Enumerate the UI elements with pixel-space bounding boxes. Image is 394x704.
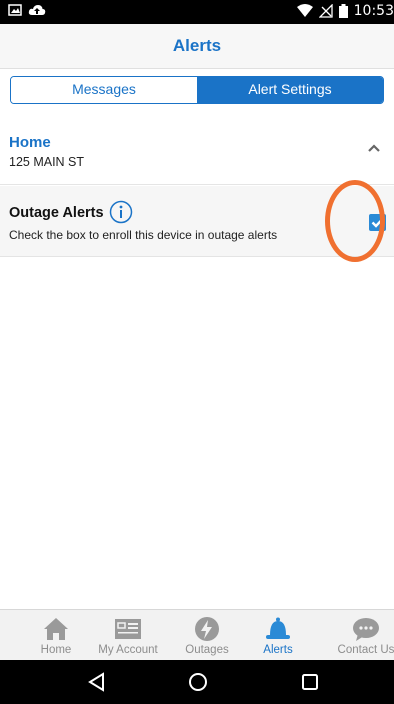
battery-icon	[338, 4, 348, 18]
system-navigation-bar	[0, 660, 394, 704]
outage-alerts-checkbox[interactable]	[369, 214, 386, 231]
nav-alerts-label: Alerts	[263, 644, 293, 656]
back-icon[interactable]	[85, 670, 109, 694]
outage-alerts-title: Outage Alerts	[9, 205, 104, 221]
nav-alerts[interactable]: Alerts	[239, 610, 317, 661]
page-title: Alerts	[172, 36, 222, 55]
status-bar: 10:53	[0, 0, 394, 24]
tab-alert-settings[interactable]: Alert Settings	[197, 77, 383, 103]
chat-bubble-icon	[353, 618, 379, 641]
nav-outages[interactable]: Outages	[168, 610, 246, 661]
wifi-icon	[296, 4, 313, 17]
nav-contact-us-label: Contact Us	[337, 644, 394, 656]
nav-home[interactable]: Home	[17, 610, 95, 661]
location-address: 125 MAIN ST	[9, 155, 85, 169]
bell-icon	[266, 617, 290, 639]
nav-my-account-label: My Account	[98, 644, 158, 656]
recents-icon[interactable]	[298, 670, 322, 694]
bottom-navigation: Home My Account Outages Alerts Contact U…	[0, 609, 394, 661]
outage-alerts-description: Check the box to enroll this device in o…	[9, 228, 278, 242]
house-icon	[44, 618, 68, 640]
chevron-up-icon[interactable]	[366, 140, 382, 156]
location-name: Home	[9, 134, 51, 151]
no-signal-icon	[318, 4, 333, 18]
checkmark-icon	[371, 217, 384, 228]
lightning-icon	[195, 617, 219, 641]
cloud-upload-icon	[28, 5, 46, 15]
nav-home-label: Home	[40, 644, 72, 656]
alerts-tab-switcher: Messages Alert Settings	[10, 76, 384, 104]
info-icon[interactable]	[109, 200, 133, 224]
app-header: Alerts	[0, 24, 394, 69]
status-time: 10:53	[353, 3, 394, 19]
nav-outages-label: Outages	[185, 644, 229, 656]
tab-messages[interactable]: Messages	[11, 77, 197, 103]
image-notification-icon	[8, 4, 22, 16]
account-card-icon	[115, 619, 141, 639]
outage-alerts-row: Outage Alerts Check the box to enroll th…	[0, 186, 394, 257]
nav-contact-us[interactable]: Contact Us	[327, 610, 394, 661]
home-circle-icon[interactable]	[186, 670, 210, 694]
nav-my-account[interactable]: My Account	[89, 610, 167, 661]
location-header[interactable]: Home 125 MAIN ST	[0, 118, 394, 185]
